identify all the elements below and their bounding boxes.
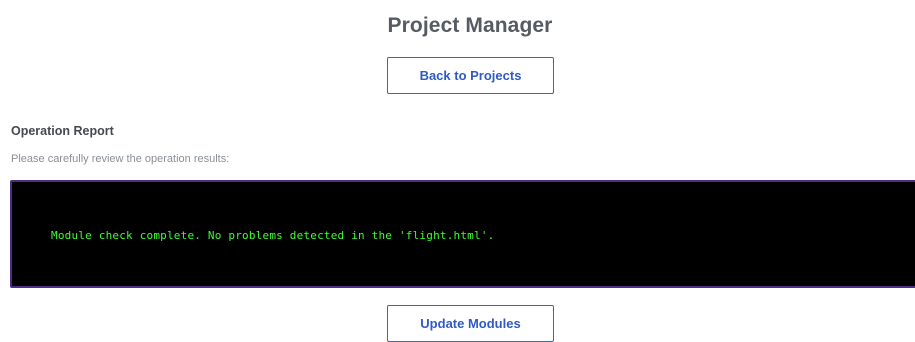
operation-report-heading: Operation Report: [11, 124, 114, 138]
operation-output-console: Module check complete. No problems detec…: [10, 180, 915, 288]
page-title: Project Manager: [387, 14, 553, 37]
operation-output-text: Module check complete. No problems detec…: [51, 229, 495, 242]
update-modules-button[interactable]: Update Modules: [387, 305, 554, 342]
back-to-projects-button[interactable]: Back to Projects: [387, 57, 554, 94]
operation-report-description: Please carefully review the operation re…: [11, 153, 230, 165]
